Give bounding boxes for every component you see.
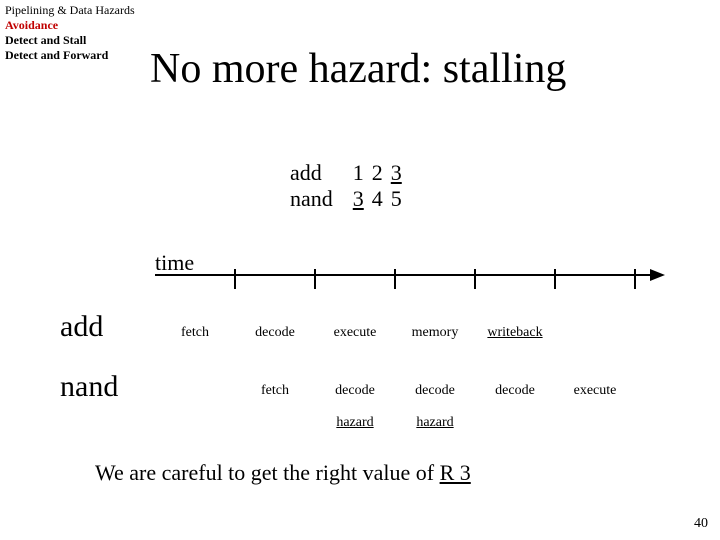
instr-add-r3: 3 <box>391 160 410 186</box>
instr-nand-r3: 5 <box>391 186 410 212</box>
stage-cell: decode <box>475 383 555 399</box>
stage-cell: writeback <box>475 325 555 341</box>
footer-sentence: We are careful to get the right value of… <box>95 460 471 486</box>
instr-nand-r2: 4 <box>372 186 391 212</box>
row-label-add: add <box>60 310 103 344</box>
stage-cell: fetch <box>235 383 315 399</box>
instruction-block: add 1 2 3 nand 3 4 5 <box>290 160 410 212</box>
instr-nand-r1: 3 <box>353 186 372 212</box>
stage-cell: memory <box>395 325 475 341</box>
instr-add-label: add <box>290 160 353 186</box>
sentence-reg: R 3 <box>440 460 471 485</box>
sentence-pre: We are careful to get the right value of <box>95 460 440 485</box>
stage-cell: decode <box>395 383 475 399</box>
stage-cell: fetch <box>155 325 235 341</box>
stage-cell: execute <box>555 383 635 399</box>
hazard-cell: hazard <box>395 415 475 431</box>
hazard-label: hazard <box>416 415 453 430</box>
stages-row-nand: fetch decode decode decode execute <box>155 383 635 399</box>
stage-cell <box>555 325 635 341</box>
row-label-nand: nand <box>60 370 118 404</box>
timeline-axis <box>155 265 665 295</box>
instr-row-nand: nand 3 4 5 <box>290 186 410 212</box>
breadcrumb-stall: Detect and Stall <box>5 33 135 48</box>
stage-cell <box>155 383 235 399</box>
instr-add-r1: 1 <box>353 160 372 186</box>
hazard-row: hazard hazard <box>155 415 635 431</box>
hazard-cell <box>555 415 635 431</box>
stages-row-add: fetch decode execute memory writeback <box>155 325 635 341</box>
instr-nand-label: nand <box>290 186 353 212</box>
hazard-cell <box>155 415 235 431</box>
writeback-label: writeback <box>487 325 542 340</box>
hazard-cell <box>475 415 555 431</box>
hazard-label: hazard <box>336 415 373 430</box>
stage-cell: decode <box>235 325 315 341</box>
breadcrumb: Pipelining & Data Hazards Avoidance Dete… <box>5 3 135 63</box>
breadcrumb-title: Pipelining & Data Hazards <box>5 3 135 18</box>
hazard-cell: hazard <box>315 415 395 431</box>
breadcrumb-forward: Detect and Forward <box>5 48 135 63</box>
stage-cell: decode <box>315 383 395 399</box>
stage-cell: execute <box>315 325 395 341</box>
instr-row-add: add 1 2 3 <box>290 160 410 186</box>
hazard-cell <box>235 415 315 431</box>
timeline-svg <box>155 265 665 295</box>
breadcrumb-avoidance: Avoidance <box>5 18 135 33</box>
page-number: 40 <box>694 516 708 532</box>
page-title: No more hazard: stalling <box>150 45 566 93</box>
instr-add-r2: 2 <box>372 160 391 186</box>
